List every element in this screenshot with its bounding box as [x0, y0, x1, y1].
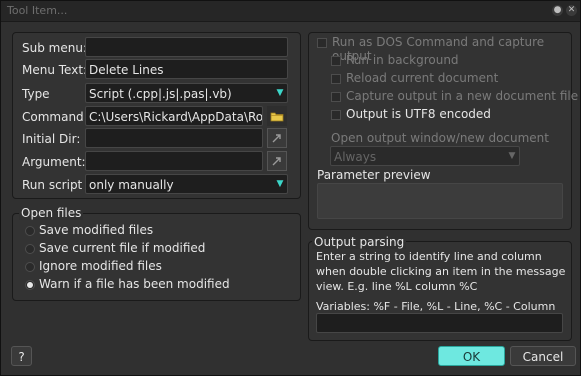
ok-button[interactable]: OK	[438, 346, 505, 366]
open-output-label: Open output window/new document	[331, 131, 549, 145]
output-parsing-title: Output parsing	[312, 235, 407, 249]
minimize-icon[interactable]: ●	[552, 5, 563, 16]
title-bar: Tool Item... ● ✕	[1, 1, 580, 22]
initial-dir-input[interactable]	[85, 128, 263, 148]
submenu-input[interactable]	[85, 37, 288, 57]
parameter-preview-box	[317, 183, 563, 219]
checkbox-reload-doc[interactable]	[331, 74, 341, 84]
menu-text-label: Menu Text:	[22, 63, 88, 77]
type-select[interactable]: Script (.cpp|.js|.pas|.vb) ▼	[85, 83, 288, 103]
close-icon[interactable]: ✕	[566, 5, 577, 16]
browse-command-button[interactable]	[267, 106, 287, 126]
type-label: Type	[22, 87, 50, 101]
cancel-button[interactable]: Cancel	[510, 346, 576, 366]
radio-save-modified-label: Save modified files	[39, 223, 154, 237]
menu-text-input[interactable]: Delete Lines	[85, 59, 288, 79]
radio-save-current[interactable]	[25, 244, 35, 254]
command-input[interactable]: C:\Users\Rickard\AppData\Roaming	[85, 106, 263, 126]
chevron-down-icon: ▼	[276, 179, 284, 189]
open-files-title: Open files	[19, 206, 84, 220]
checkbox-run-background[interactable]	[331, 56, 341, 66]
run-script-label: Run script	[22, 178, 83, 192]
window-title: Tool Item...	[7, 4, 68, 17]
chevron-down-icon: ▼	[276, 88, 284, 98]
output-parsing-description: Enter a string to identify line and colu…	[316, 250, 566, 293]
capture-new-doc-label: Capture output in a new document file	[346, 89, 579, 103]
radio-warn-modified-label: Warn if a file has been modified	[39, 277, 230, 291]
argument-label: Argument:	[22, 155, 86, 169]
radio-ignore-modified-label: Ignore modified files	[39, 259, 162, 273]
help-button[interactable]: ?	[11, 346, 32, 366]
checkbox-run-dos[interactable]	[317, 38, 327, 48]
run-background-label: Run in background	[346, 53, 459, 67]
arrow-icon	[272, 157, 281, 166]
reload-doc-label: Reload current document	[346, 71, 499, 85]
utf8-label: Output is UTF8 encoded	[346, 107, 491, 121]
run-script-value: only manually	[89, 178, 174, 192]
checkbox-utf8[interactable]	[331, 110, 341, 120]
radio-warn-modified[interactable]	[25, 280, 35, 290]
initial-dir-label: Initial Dir:	[22, 132, 81, 146]
radio-save-modified[interactable]	[25, 226, 35, 236]
command-label: Command:	[22, 110, 88, 124]
folder-icon	[270, 112, 284, 122]
tool-item-dialog: Tool Item... ● ✕ Sub menu: Menu Text: De…	[0, 0, 581, 376]
checkbox-capture-new-doc[interactable]	[331, 92, 341, 102]
argument-menu-button[interactable]	[267, 151, 287, 171]
parameter-preview-label: Parameter preview	[317, 168, 431, 182]
radio-ignore-modified[interactable]	[25, 262, 35, 272]
open-output-value: Always	[334, 150, 377, 164]
run-script-select[interactable]: only manually ▼	[85, 174, 288, 194]
browse-dir-button[interactable]	[267, 128, 287, 148]
output-parsing-variables: Variables: %F - File, %L - Line, %C - Co…	[316, 300, 556, 313]
output-parsing-input[interactable]	[316, 313, 563, 333]
chevron-down-icon: ▼	[508, 151, 516, 161]
arrow-icon	[272, 134, 281, 143]
radio-save-current-label: Save current file if modified	[39, 241, 206, 255]
submenu-label: Sub menu:	[22, 41, 87, 55]
open-output-select[interactable]: Always ▼	[330, 146, 520, 166]
type-select-value: Script (.cpp|.js|.pas|.vb)	[89, 87, 232, 101]
argument-input[interactable]	[85, 151, 263, 171]
